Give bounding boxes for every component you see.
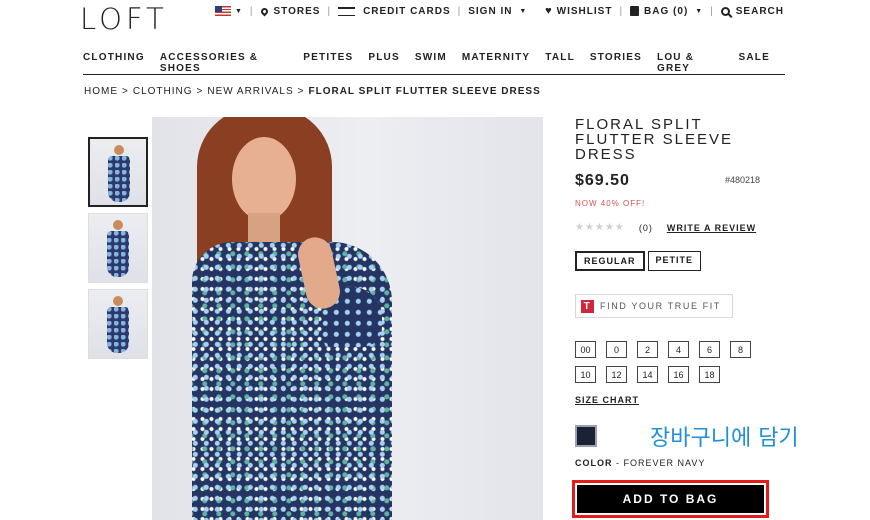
size-option[interactable]: 00 (575, 341, 596, 358)
credit-cards-link[interactable]: CREDIT CARDS (338, 6, 451, 17)
country-selector[interactable]: ▼ (214, 6, 243, 16)
breadcrumb-home[interactable]: HOME (84, 86, 118, 97)
chevron-down-icon: ▼ (692, 7, 704, 15)
breadcrumb-separator: > (297, 86, 305, 97)
product-thumbnail[interactable] (88, 289, 148, 359)
color-swatch[interactable] (575, 425, 597, 447)
search-label: SEARCH (735, 5, 784, 17)
rating-row: ★★★★★ (0) WRITE A REVIEW (575, 222, 756, 233)
color-name: FOREVER NAVY (623, 458, 706, 468)
size-option[interactable]: 0 (606, 341, 627, 358)
chevron-down-icon: ▼ (516, 7, 528, 15)
heart-icon: ♥ (545, 5, 553, 17)
utility-bar: ▼ | STORES | CREDIT CARDS | SIGN IN ▼ ♥ … (214, 5, 784, 17)
nav-item-accessories-shoes[interactable]: ACCESSORIES & SHOES (160, 52, 288, 74)
write-review-link[interactable]: WRITE A REVIEW (667, 223, 756, 233)
divider: | (327, 5, 332, 17)
size-option[interactable]: 18 (699, 366, 720, 383)
main-nav: CLOTHING ACCESSORIES & SHOES PETITES PLU… (83, 52, 785, 74)
product-title: FLORAL SPLIT FLUTTER SLEEVE DRESS (575, 116, 734, 163)
fit-option-regular[interactable]: REGULAR (575, 251, 645, 271)
nav-item-lou-grey[interactable]: LOU & GREY (657, 52, 724, 74)
true-fit-label: FIND YOUR TRUE FIT (600, 301, 721, 311)
size-option[interactable]: 14 (637, 366, 658, 383)
size-option[interactable]: 2 (637, 341, 658, 358)
nav-item-plus[interactable]: PLUS (368, 52, 399, 74)
size-option[interactable]: 10 (575, 366, 596, 383)
nav-item-petites[interactable]: PETITES (303, 52, 353, 74)
wishlist-label: WISHLIST (556, 5, 613, 17)
color-label-row: COLOR - FOREVER NAVY (575, 458, 705, 468)
wishlist-link[interactable]: ♥ WISHLIST (545, 5, 612, 17)
fit-selector: REGULAR PETITE (575, 251, 702, 271)
model-figure (105, 220, 131, 280)
nav-item-clothing[interactable]: CLOTHING (83, 52, 145, 74)
breadcrumb-new-arrivals[interactable]: NEW ARRIVALS (207, 86, 293, 97)
product-price: $69.50 (575, 172, 630, 189)
product-main-image[interactable] (152, 117, 543, 520)
color-separator: - (612, 458, 624, 468)
annotation-text: 장바구니에 담기 (650, 426, 799, 451)
true-fit-button[interactable]: T FIND YOUR TRUE FIT (575, 294, 733, 318)
product-thumbnail[interactable] (88, 137, 148, 207)
bag-link[interactable]: BAG (0) ▼ (630, 6, 703, 17)
divider (534, 6, 538, 17)
color-label: COLOR (575, 458, 613, 468)
breadcrumb: HOME > CLOTHING > NEW ARRIVALS > FLORAL SPLIT … (84, 86, 541, 97)
search-link[interactable]: SEARCH (720, 5, 784, 17)
sign-in-link[interactable]: SIGN IN ▼ (468, 6, 527, 17)
divider: | (710, 5, 714, 17)
nav-item-maternity[interactable]: MATERNITY (462, 52, 530, 74)
credit-card-icon (338, 6, 356, 16)
location-pin-icon (259, 6, 269, 16)
add-to-bag-button[interactable]: ADD TO BAG (577, 485, 764, 513)
nav-item-sale[interactable]: SALE (739, 52, 770, 74)
star-rating-icon: ★★★★★ (575, 222, 625, 233)
search-icon (720, 6, 730, 16)
promo-text: NOW 40% OFF! (575, 199, 646, 208)
product-sku: #480218 (725, 175, 761, 185)
us-flag-icon (214, 6, 231, 16)
product-thumbnail[interactable] (88, 213, 148, 283)
thumbnail-list (88, 137, 148, 365)
model-figure (106, 145, 132, 205)
size-chart-link[interactable]: SIZE CHART (575, 395, 639, 405)
breadcrumb-separator: > (196, 86, 204, 97)
nav-item-stories[interactable]: STORIES (590, 52, 642, 74)
size-option[interactable]: 8 (730, 341, 751, 358)
divider: | (457, 5, 462, 17)
stores-label: STORES (273, 5, 321, 17)
model-figure (105, 296, 131, 356)
review-count: (0) (638, 222, 653, 233)
size-option[interactable]: 4 (668, 341, 689, 358)
true-fit-logo-icon: T (581, 299, 594, 313)
size-selector: 00 0 2 4 6 8 10 12 14 16 18 (575, 341, 765, 383)
chevron-down-icon: ▼ (234, 7, 243, 15)
fit-option-petite[interactable]: PETITE (647, 251, 702, 271)
size-option[interactable]: 12 (606, 366, 627, 383)
shopping-bag-icon (630, 6, 640, 16)
credit-cards-label: CREDIT CARDS (363, 5, 451, 17)
model-face (232, 137, 296, 221)
nav-item-tall[interactable]: TALL (545, 52, 575, 74)
divider: | (619, 5, 624, 17)
floral-dress (192, 242, 392, 520)
bag-label: BAG (0) (644, 5, 689, 17)
divider: | (249, 5, 254, 17)
breadcrumb-clothing[interactable]: CLOTHING (133, 86, 193, 97)
nav-divider (83, 74, 785, 75)
stores-link[interactable]: STORES (259, 5, 321, 17)
sign-in-label: SIGN IN (468, 5, 513, 17)
add-to-bag-highlight: ADD TO BAG (572, 480, 769, 518)
loft-logo[interactable]: LOFT (80, 2, 168, 36)
size-option[interactable]: 16 (668, 366, 689, 383)
size-option[interactable]: 6 (699, 341, 720, 358)
nav-item-swim[interactable]: SWIM (415, 52, 447, 74)
breadcrumb-separator: > (122, 86, 129, 97)
breadcrumb-current: FLORAL SPLIT FLUTTER SLEEVE DRESS (308, 86, 541, 97)
